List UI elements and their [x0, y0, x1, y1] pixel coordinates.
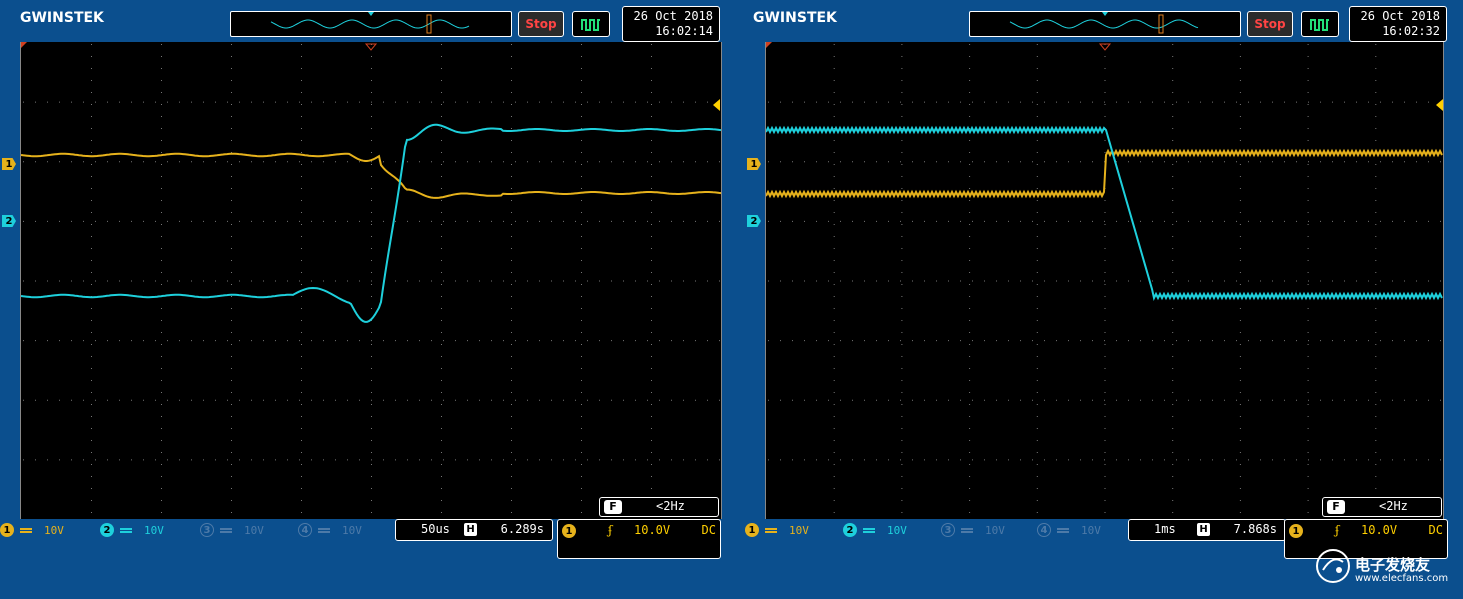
trigger-level-icon[interactable] — [1436, 99, 1443, 111]
brand-logo: GWINSTEK — [20, 10, 104, 26]
ch2-badge: 2 — [843, 523, 857, 537]
ch4-status[interactable]: 4 10V — [1037, 523, 1101, 537]
frequency-counter: F <2Hz — [1322, 497, 1442, 517]
frequency-counter: F <2Hz — [599, 497, 719, 517]
freq-marker: F — [604, 500, 622, 514]
timebase-value: 50us — [421, 522, 450, 536]
brand-logo: GWINSTEK — [753, 10, 837, 26]
watermark-url: www.elecfans.com — [1355, 573, 1449, 584]
ch3-badge: 3 — [200, 523, 214, 537]
run-stop-button[interactable]: Stop — [518, 11, 564, 37]
ch2-status[interactable]: 2 10V — [843, 523, 907, 537]
dc-coupling-icon — [120, 527, 132, 533]
ch2-offset-marker[interactable]: 2 — [2, 215, 16, 227]
ch1-trace — [766, 148, 1443, 199]
date-text: 26 Oct 2018 — [1360, 9, 1440, 23]
trigger-source-badge: 1 — [562, 524, 576, 538]
timebase-value: 1ms — [1154, 522, 1176, 536]
ch3-scale: 10V — [244, 523, 264, 537]
ch4-scale: 10V — [1081, 523, 1101, 537]
ch4-status[interactable]: 4 10V — [298, 523, 362, 537]
trigger-coupling: DC — [701, 523, 716, 537]
time-text: 16:02:32 — [1382, 24, 1440, 38]
dc-coupling-icon — [1057, 527, 1069, 533]
ch1-badge: 1 — [0, 523, 14, 537]
freq-value: <2Hz — [656, 499, 685, 513]
watermark-title: 电子发烧友 — [1355, 556, 1431, 574]
trigger-level-value: 10.0V — [1361, 523, 1398, 537]
timebase-box[interactable]: 1ms H 7.868s — [1128, 519, 1286, 541]
run-stop-button[interactable]: Stop — [1247, 11, 1293, 37]
trigger-position-icon — [1098, 43, 1112, 51]
overview-waveform-icon — [1009, 12, 1199, 34]
freq-marker: F — [1327, 500, 1345, 514]
waveform-traces — [766, 42, 1443, 301]
ch1-trace — [21, 152, 721, 199]
ch3-scale: 10V — [985, 523, 1005, 537]
time-text: 16:02:14 — [655, 24, 713, 38]
waveform-traces — [21, 42, 721, 323]
ch2-offset-marker[interactable]: 2 — [747, 215, 761, 227]
horizontal-position-icon: H — [464, 523, 477, 536]
dc-coupling-icon — [961, 527, 973, 533]
left-edge-icon — [766, 42, 772, 48]
left-edge-icon — [21, 42, 27, 48]
datetime-display: 26 Oct 2018 16:02:32 — [1349, 6, 1447, 42]
trigger-box[interactable]: 1 ʄ 10.0V DC — [557, 519, 721, 559]
ch1-badge: 1 — [745, 523, 759, 537]
timebase-box[interactable]: 50us H 6.289s — [395, 519, 553, 541]
trigger-level-value: 10.0V — [634, 523, 671, 537]
acquire-mode-icon[interactable] — [1301, 11, 1339, 37]
date-text: 26 Oct 2018 — [633, 9, 713, 23]
horizontal-position-value: 7.868s — [1233, 522, 1277, 536]
trigger-level-icon[interactable] — [713, 99, 720, 111]
trigger-position-icon — [364, 43, 378, 51]
dc-coupling-icon — [220, 527, 232, 533]
memory-overview-bar[interactable] — [969, 11, 1241, 37]
ch4-scale: 10V — [342, 523, 362, 537]
ch2-badge: 2 — [100, 523, 114, 537]
ch4-badge: 4 — [1037, 523, 1051, 537]
scope-screen-right: GWINSTEK Stop 26 Oct 2018 16:02:32 1 2 F… — [733, 0, 1463, 599]
dc-coupling-icon — [20, 527, 32, 533]
horizontal-position-icon: H — [1197, 523, 1210, 536]
acquire-mode-icon[interactable] — [572, 11, 610, 37]
waveform-display: F <2Hz — [20, 42, 722, 519]
ch2-status[interactable]: 2 10V — [100, 523, 164, 537]
watermark-logo: 电子发烧友 www.elecfans.com — [1315, 548, 1455, 588]
dc-coupling-icon — [318, 527, 330, 533]
ch1-offset-marker[interactable]: 1 — [2, 158, 16, 170]
waveform-display: F <2Hz — [765, 42, 1444, 519]
dc-coupling-icon — [863, 527, 875, 533]
trigger-coupling: DC — [1428, 523, 1443, 537]
dc-coupling-icon — [765, 527, 777, 533]
trigger-source-badge: 1 — [1289, 524, 1303, 538]
ch3-status[interactable]: 3 10V — [941, 523, 1005, 537]
watermark-icon — [1316, 549, 1350, 583]
ch2-scale: 10V — [144, 523, 164, 537]
ch3-badge: 3 — [941, 523, 955, 537]
ch3-status[interactable]: 3 10V — [200, 523, 264, 537]
horizontal-position-value: 6.289s — [500, 522, 544, 536]
ch1-status[interactable]: 1 10V — [0, 523, 64, 537]
ch4-badge: 4 — [298, 523, 312, 537]
rising-edge-icon: ʄ — [1335, 523, 1340, 537]
datetime-display: 26 Oct 2018 16:02:14 — [622, 6, 720, 42]
scope-screen-left: GWINSTEK Stop 26 Oct 2018 16:02:14 1 2 F… — [0, 0, 730, 599]
overview-waveform-icon — [270, 12, 470, 34]
ch1-status[interactable]: 1 10V — [745, 523, 809, 537]
freq-value: <2Hz — [1379, 499, 1408, 513]
ch1-scale: 10V — [789, 523, 809, 537]
ch1-offset-marker[interactable]: 1 — [747, 158, 761, 170]
memory-overview-bar[interactable] — [230, 11, 512, 37]
ch1-scale: 10V — [44, 523, 64, 537]
rising-edge-icon: ʄ — [608, 523, 613, 537]
ch2-scale: 10V — [887, 523, 907, 537]
